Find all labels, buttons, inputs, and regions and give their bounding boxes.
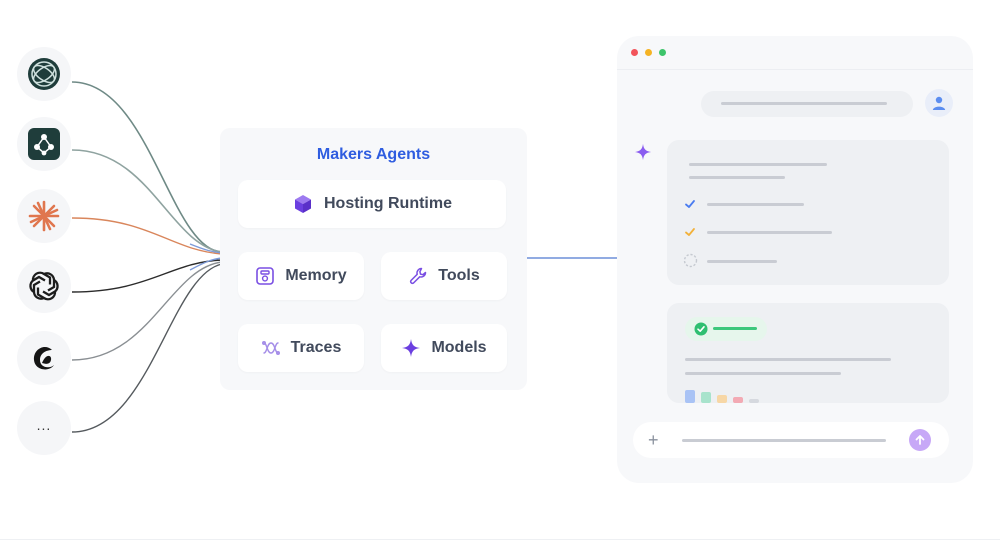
globe-logo-icon [28,58,60,90]
chat-input[interactable]: + [633,422,949,458]
maximize-dot[interactable] [659,49,666,56]
provider-hub[interactable] [17,117,71,171]
tools-label: Tools [438,267,480,284]
assistant-task-card [667,140,949,285]
check-icon [685,228,695,236]
hub-logo-icon [28,128,60,160]
more-icon: ... [36,417,52,433]
plus-icon[interactable]: + [648,431,659,449]
memory-label: Memory [285,267,347,284]
provider-more[interactable]: ... [17,401,71,455]
send-button[interactable] [909,429,931,451]
tools-chip[interactable]: Tools [381,252,507,300]
user-icon [932,96,946,110]
arrow-up-icon [915,435,925,445]
success-check-icon [694,322,708,336]
success-badge [685,317,767,341]
wrench-icon [410,267,427,285]
pending-icon [683,253,698,268]
sunburst-logo-icon [28,200,60,232]
makers-agents-panel: Makers Agents Hosting Runtime Memory Too… [220,128,527,390]
knot-logo-icon [29,271,59,301]
assistant-sparkle-icon [634,143,652,161]
traces-label: Traces [290,339,342,356]
hosting-runtime-chip[interactable]: Hosting Runtime [238,180,506,228]
title-bar-divider [617,69,973,70]
minimize-dot[interactable] [645,49,652,56]
traces-chip[interactable]: Traces [238,324,364,372]
assistant-result-card [667,303,949,403]
models-chip[interactable]: Models [381,324,507,372]
provider-sunburst[interactable] [17,189,71,243]
swirl-logo-icon [33,346,54,370]
provider-swirl[interactable] [17,331,71,385]
user-message-bubble [701,91,913,117]
hosting-runtime-label: Hosting Runtime [324,195,452,212]
hub-title: Makers Agents [316,146,431,163]
check-icon [685,200,695,208]
models-label: Models [431,339,487,356]
provider-knot[interactable] [17,259,71,313]
sparkle-icon [402,339,421,357]
close-dot[interactable] [631,49,638,56]
cube-icon [295,195,311,213]
traces-icon [261,341,280,355]
memory-chip[interactable]: Memory [238,252,364,300]
provider-globe[interactable] [17,47,71,101]
chat-window: + [617,36,973,483]
user-avatar [925,89,953,117]
bottom-divider [0,539,1000,540]
memory-icon [256,267,275,285]
